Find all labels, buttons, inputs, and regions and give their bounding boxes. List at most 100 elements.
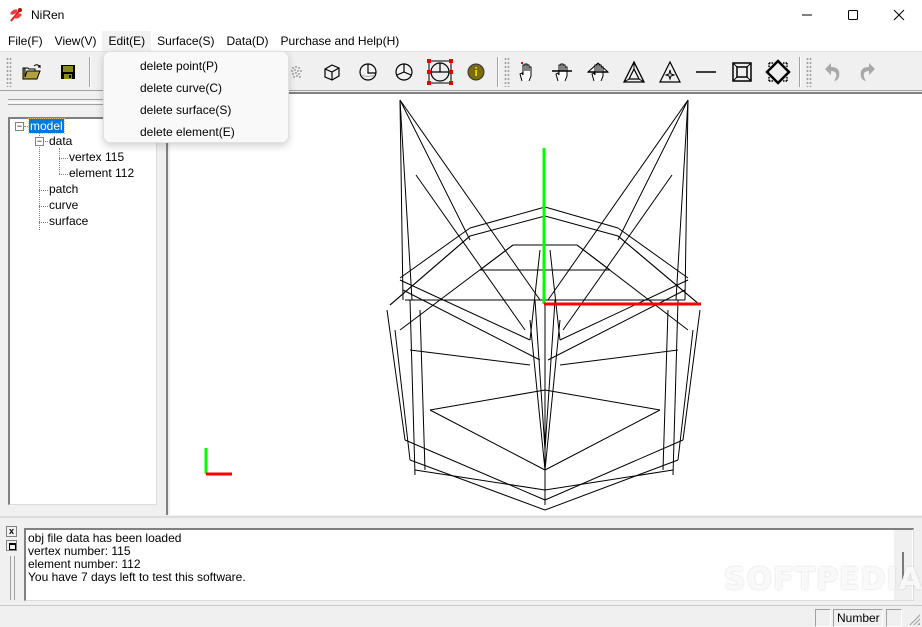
tree-node-curve[interactable]: curve: [49, 198, 78, 212]
cube-icon: [324, 64, 340, 81]
wireframe-edge: [544, 299, 556, 451]
undo-button[interactable]: [814, 56, 850, 88]
collapse-data-toggle[interactable]: −: [35, 137, 44, 146]
menu-file[interactable]: File(F): [2, 31, 49, 51]
menu-edit[interactable]: Edit(E): [102, 31, 152, 51]
resize-grip[interactable]: [908, 613, 920, 625]
sphere-view-button[interactable]: [350, 56, 386, 88]
line-button[interactable]: [688, 56, 724, 88]
wireframe-edge: [544, 206, 619, 229]
bounding-box-select-icon: [427, 59, 453, 85]
tree-node-data[interactable]: data: [49, 134, 72, 148]
wireframe-edge: [399, 227, 471, 279]
tree-node-model-label: model: [28, 118, 65, 134]
pick-point-button[interactable]: [508, 56, 544, 88]
output-close-button[interactable]: x: [6, 526, 17, 537]
wireframe-edge: [559, 279, 689, 341]
edit-menu-dropdown: delete point(P) delete curve(C) delete s…: [103, 51, 289, 143]
triangle-star-icon: [659, 60, 681, 83]
undo-icon: [825, 63, 840, 81]
close-button[interactable]: [876, 0, 922, 30]
toolbar-separator: [799, 57, 801, 87]
wireframe-edge: [544, 389, 661, 411]
wireframe-edge: [529, 249, 541, 341]
model-tree: − model − data vertex 115 element 112 pa…: [8, 117, 157, 505]
menu-item-delete-element[interactable]: delete element(E): [104, 121, 288, 143]
cube-view-button[interactable]: [314, 56, 350, 88]
wireframe-edge: [662, 309, 669, 471]
menu-purchase-help[interactable]: Purchase and Help(H): [275, 31, 406, 51]
wireframe-edge: [617, 99, 689, 241]
wireframe-edge: [682, 309, 701, 441]
log-line: vertex number: 115: [28, 544, 131, 558]
wireframe-edge: [414, 469, 546, 491]
tree-node-model[interactable]: model: [28, 118, 65, 134]
wireframe-edge: [544, 459, 679, 511]
wireframe-edge: [409, 459, 546, 511]
tree-connector: [39, 190, 48, 191]
pick-surface-button[interactable]: [580, 56, 616, 88]
menu-item-delete-point[interactable]: delete point(P): [104, 55, 288, 77]
triangle-star-button[interactable]: [652, 56, 688, 88]
log-line: obj file data has been loaded: [28, 531, 182, 545]
tree-node-vertex[interactable]: vertex 115: [69, 150, 124, 164]
wireframe-edge: [677, 329, 694, 461]
dragonfly-icon: [10, 8, 22, 22]
3d-viewport[interactable]: [170, 92, 922, 515]
diamond-select-icon: [765, 59, 791, 85]
wireframe-edge: [617, 227, 689, 279]
close-icon: [893, 9, 905, 21]
toolbar-grip[interactable]: [806, 57, 812, 87]
wireframe-edge: [429, 409, 546, 471]
info-button[interactable]: [458, 56, 494, 88]
tree-connector: [39, 222, 48, 223]
triangle-button[interactable]: [616, 56, 652, 88]
wireframe-edge: [409, 349, 531, 366]
menu-item-delete-surface[interactable]: delete surface(S): [104, 99, 288, 121]
tree-connector: [59, 148, 60, 174]
maximize-icon: [848, 10, 858, 20]
open-button[interactable]: [14, 56, 50, 88]
bounding-box-button[interactable]: [422, 56, 458, 88]
status-number-indicator: Number: [833, 609, 883, 627]
redo-button[interactable]: [850, 56, 886, 88]
wireframe-edge: [534, 299, 546, 451]
menu-view[interactable]: View(V): [49, 31, 103, 51]
triangle-icon: [622, 60, 646, 83]
diamond-select-button[interactable]: [760, 56, 796, 88]
minimize-icon: [802, 14, 812, 16]
point-cloud-icon: [291, 66, 302, 78]
square-frame-button[interactable]: [724, 56, 760, 88]
watermark: SOFTPEDIA: [724, 562, 922, 597]
tree-node-element[interactable]: element 112: [69, 166, 134, 180]
save-button[interactable]: [50, 56, 86, 88]
wireframe-edge: [544, 469, 674, 491]
status-cell: [886, 609, 902, 627]
output-maximize-button[interactable]: [6, 540, 17, 551]
wireframe-edge: [386, 309, 406, 441]
status-cell: [815, 609, 831, 627]
wireframe-edge: [544, 215, 619, 237]
menu-surface[interactable]: Surface(S): [151, 31, 220, 51]
toolbar-grip[interactable]: [6, 57, 12, 87]
sphere-sections-button[interactable]: [386, 56, 422, 88]
wireframe-edge: [544, 439, 684, 501]
tree-connector: [39, 132, 40, 230]
minimize-button[interactable]: [784, 0, 830, 30]
pick-line-button[interactable]: [544, 56, 580, 88]
wireframe-edge: [399, 99, 471, 241]
tree-node-surface[interactable]: surface: [49, 214, 88, 228]
wireframe-edge: [544, 409, 661, 471]
menu-item-delete-curve[interactable]: delete curve(C): [104, 77, 288, 99]
info-icon: [467, 63, 485, 81]
output-grip[interactable]: [10, 556, 15, 600]
collapse-model-toggle[interactable]: −: [15, 122, 24, 131]
view-toolbar: [278, 55, 512, 89]
menu-data[interactable]: Data(D): [221, 31, 275, 51]
tree-node-patch[interactable]: patch: [49, 182, 78, 196]
wireframe-canvas[interactable]: [170, 94, 922, 515]
wireframe-edge: [404, 439, 546, 501]
toolbar-separator: [497, 57, 499, 87]
panel-splitter[interactable]: [163, 92, 168, 515]
maximize-button[interactable]: [830, 0, 876, 30]
